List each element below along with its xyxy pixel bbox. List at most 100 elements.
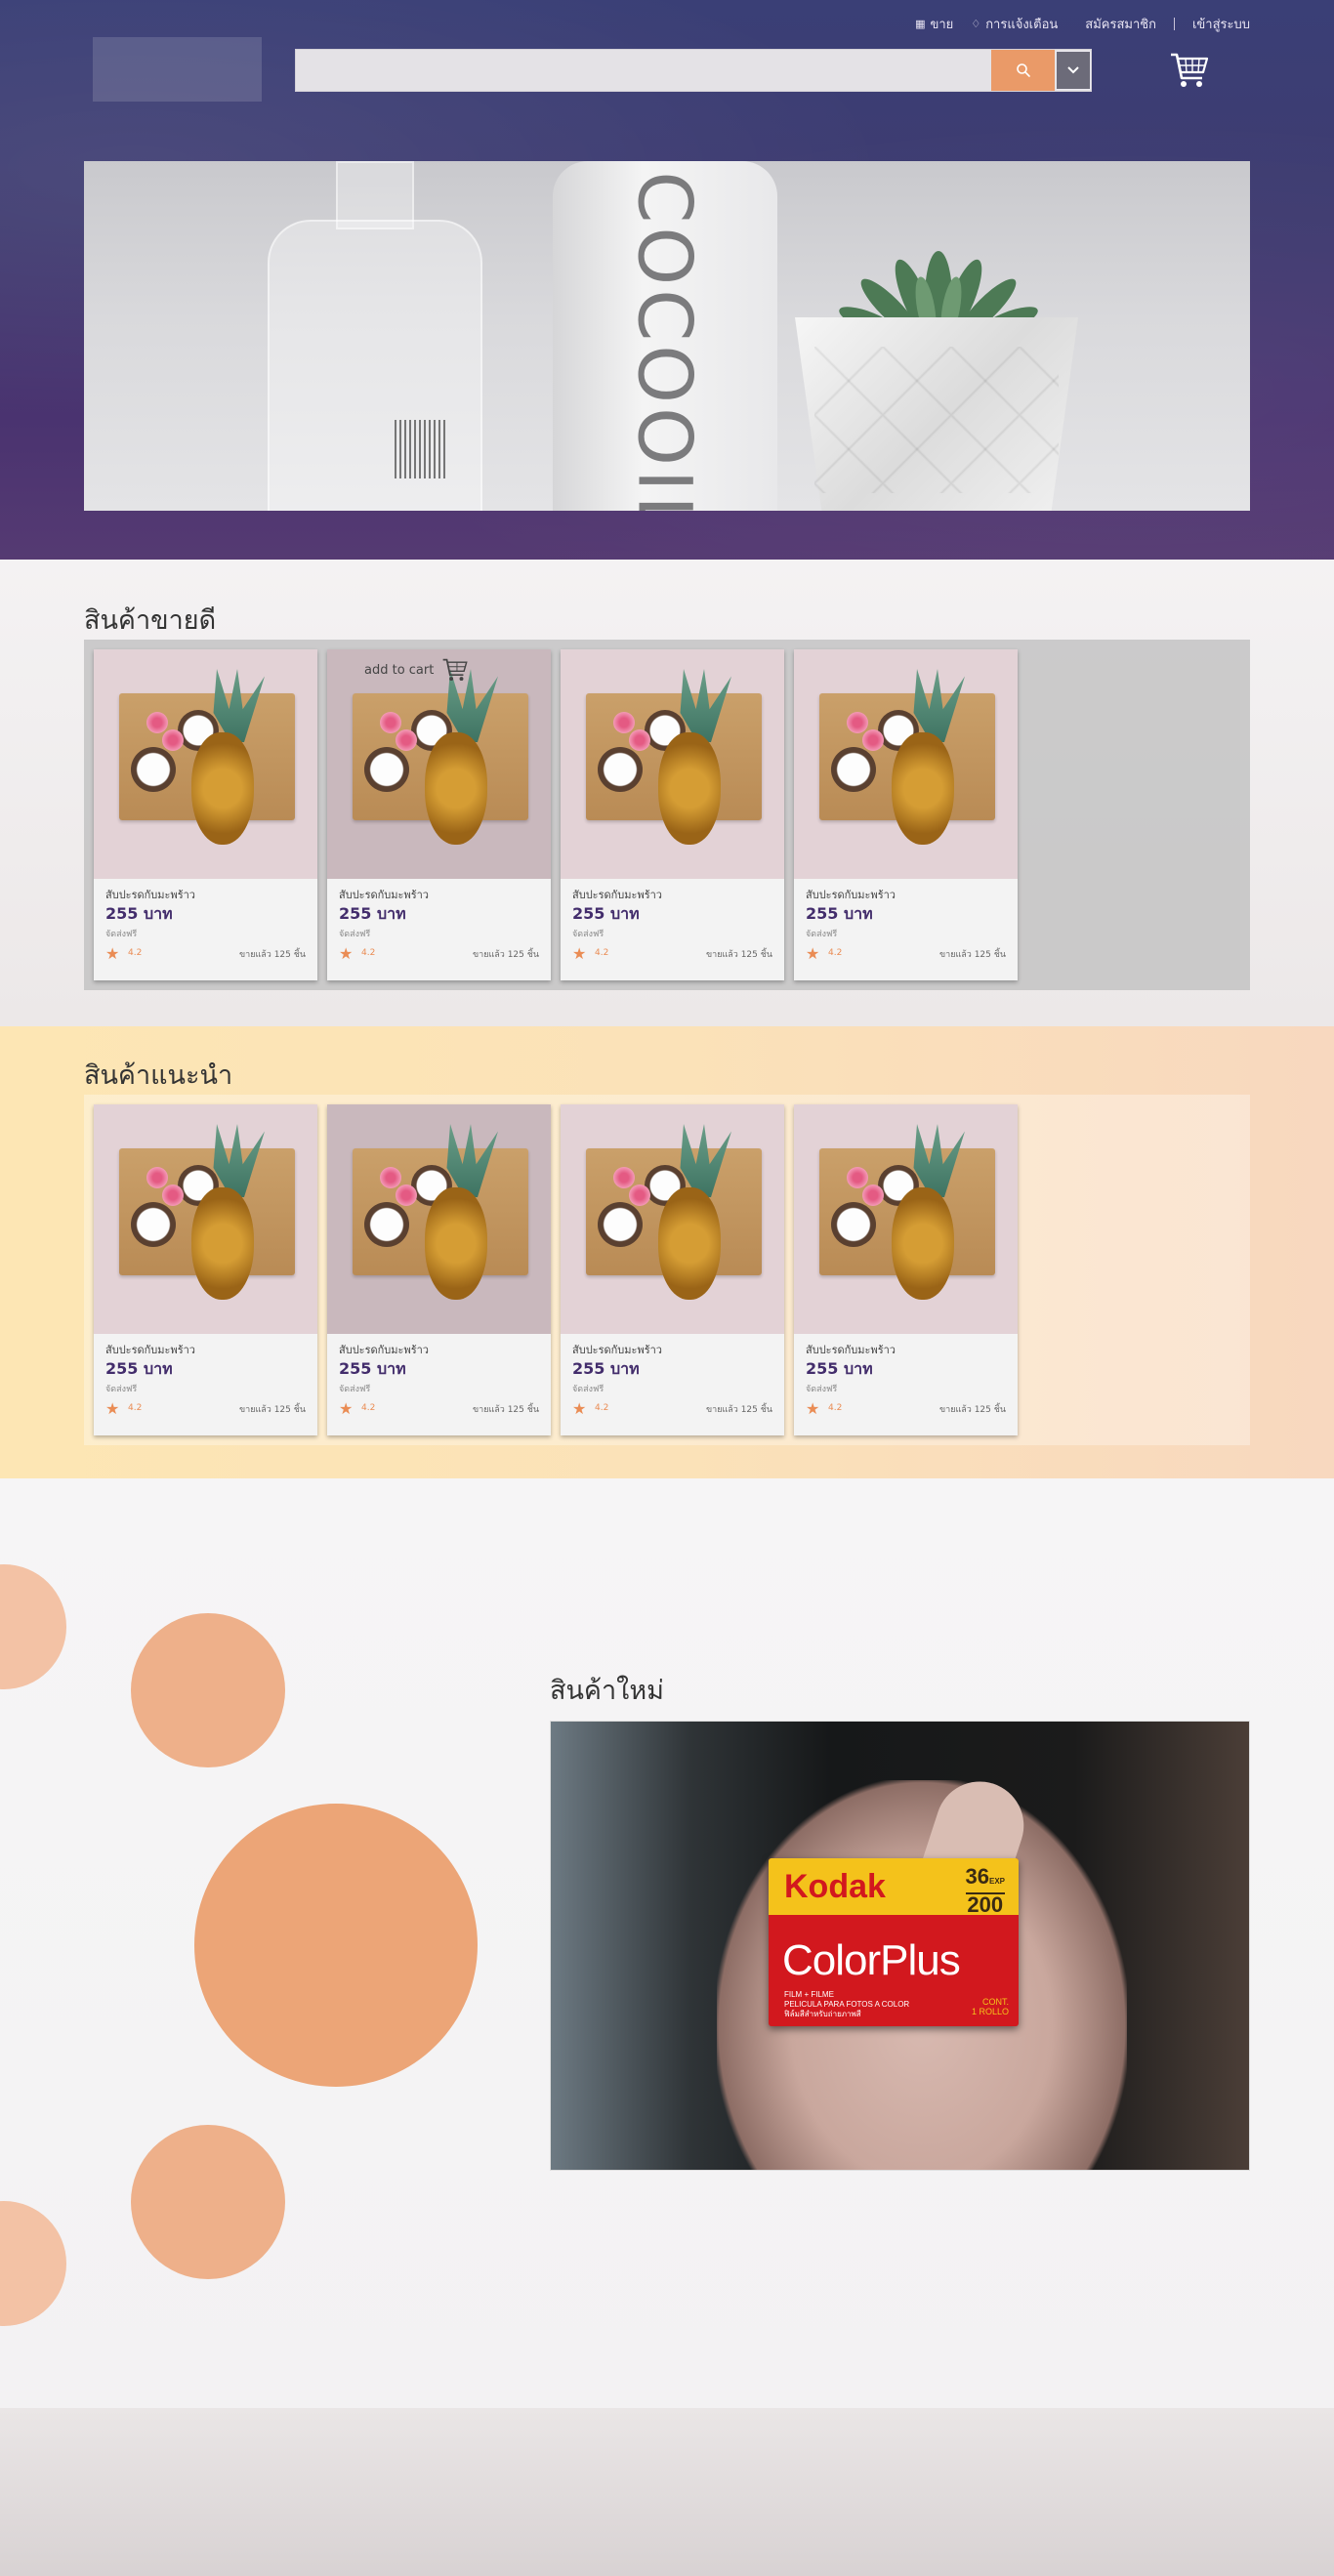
login-link[interactable]: เข้าสู่ระบบ — [1192, 14, 1250, 34]
product-image-pineapple — [892, 1187, 954, 1300]
product-image[interactable] — [327, 1104, 551, 1334]
banner-brand-text: COCOOIL — [592, 171, 738, 511]
film-cont-2: 1 ROLLO — [971, 2007, 1009, 2016]
store-icon: ▦ — [915, 18, 926, 30]
product-card[interactable]: add to cart สับปะรดกับมะพร้าว 255 บาทจัดส่… — [327, 649, 551, 980]
product-card[interactable]: สับปะรดกับมะพร้าว 255 บาท จัดส่งฟรี ★ 4.2 ขาย… — [94, 649, 317, 980]
product-card[interactable]: สับปะรดกับมะพร้าว 255 บาท จัดส่งฟรี ★ 4.2 ขาย… — [561, 1104, 784, 1435]
best-sellers-section: สินค้าขายดี สับปะรดกับมะพร้าว 255 บาท จัดส… — [0, 560, 1334, 1026]
product-shipping: จัดส่งฟรี — [105, 1385, 138, 1394]
product-shipping: จัดส่งฟรี — [806, 930, 838, 939]
product-image[interactable] — [794, 1104, 1018, 1334]
product-price: 255 บาท — [339, 904, 406, 923]
banner-brand-label: COCOOIL — [621, 170, 709, 511]
product-name[interactable]: สับปะรดกับมะพร้าว — [105, 886, 195, 903]
add-to-cart-label: add to cart — [364, 662, 435, 678]
product-image-coconut — [364, 1202, 409, 1247]
product-name[interactable]: สับปะรดกับมะพร้าว — [806, 886, 896, 903]
search-category-dropdown[interactable] — [1056, 51, 1091, 90]
new-products-section: สินค้าใหม่ Kodak 36EXP 200 ColorPlus FIL… — [0, 1478, 1334, 2408]
product-image[interactable] — [561, 649, 784, 879]
sell-link[interactable]: ▦ ขาย — [915, 14, 953, 34]
recommended-section: สินค้าแนะนำ สับปะรดกับมะพร้าว 255 บาท จัดส… — [0, 1026, 1334, 1478]
banner-barcode — [395, 420, 448, 478]
banner-glass-bottle — [268, 220, 482, 511]
product-price: 255 บาท — [572, 1359, 640, 1378]
product-rating: 4.2 — [361, 1403, 376, 1413]
product-shipping: จัดส่งฟรี — [572, 1385, 604, 1394]
star-icon: ★ — [105, 1399, 120, 1418]
product-name[interactable]: สับปะรดกับมะพร้าว — [339, 1341, 429, 1358]
product-name[interactable]: สับปะรดกับมะพร้าว — [105, 1341, 195, 1358]
product-image-pineapple — [658, 732, 721, 845]
product-image[interactable] — [94, 1104, 317, 1334]
product-card[interactable]: สับปะรดกับมะพร้าว 255 บาท จัดส่งฟรี ★ 4.2 ขาย… — [794, 1104, 1018, 1435]
page-footer — [0, 2408, 1334, 2576]
new-products-title: สินค้าใหม่ — [550, 1676, 664, 1706]
product-image[interactable] — [94, 649, 317, 879]
star-icon: ★ — [105, 944, 120, 963]
product-image-flower — [613, 1167, 635, 1188]
search-button[interactable] — [991, 50, 1055, 91]
product-shipping: จัดส่งฟรี — [105, 930, 138, 939]
product-shipping: จัดส่งฟรี — [339, 1385, 371, 1394]
product-price: 255 บาท — [105, 1359, 173, 1378]
film-line-2: PELICULA PARA FOTOS A COLOR — [784, 2000, 910, 2009]
star-icon: ★ — [339, 944, 354, 963]
product-name[interactable]: สับปะรดกับมะพร้าว — [339, 886, 429, 903]
product-image-pineapple — [425, 732, 487, 845]
product-image-flower — [629, 729, 650, 751]
film-cont: CONT. 1 ROLLO — [972, 1997, 1009, 2016]
product-image[interactable]: add to cart — [327, 649, 551, 879]
product-image-flower — [629, 1184, 650, 1206]
new-product-photo[interactable]: Kodak 36EXP 200 ColorPlus FILM + FILME P… — [550, 1721, 1250, 2171]
product-image-flower — [162, 729, 184, 751]
shopping-cart-icon — [1171, 53, 1209, 87]
film-cont-1: CONT. — [982, 1997, 1009, 2007]
film-line-3: ฟิล์มสีสำหรับถ่ายภาพสี — [784, 2010, 861, 2018]
product-image-flower — [146, 1167, 168, 1188]
product-shipping: จัดส่งฟรี — [806, 1385, 838, 1394]
product-card[interactable]: สับปะรดกับมะพร้าว 255 บาท จัดส่งฟรี ★ 4.2 ขาย… — [94, 1104, 317, 1435]
product-card[interactable]: สับปะรดกับมะพร้าว 255 บาท จัดส่งฟรี ★ 4.2 ขาย… — [561, 649, 784, 980]
star-icon: ★ — [572, 944, 587, 963]
film-line-1: FILM + FILME — [784, 1990, 834, 1999]
register-link[interactable]: สมัครสมาชิก — [1085, 14, 1156, 34]
star-icon: ★ — [806, 1399, 820, 1418]
product-card[interactable]: สับปะรดกับมะพร้าว 255 บาท จัดส่งฟรี ★ 4.2 ขาย… — [327, 1104, 551, 1435]
register-label: สมัครสมาชิก — [1085, 18, 1156, 32]
product-image[interactable] — [794, 649, 1018, 879]
product-image-coconut — [831, 1202, 876, 1247]
product-rating: 4.2 — [595, 948, 609, 958]
product-rating: 4.2 — [595, 1403, 609, 1413]
product-name[interactable]: สับปะรดกับมะพร้าว — [572, 1341, 662, 1358]
product-price: 255 บาท — [105, 904, 173, 923]
site-logo[interactable] — [93, 37, 262, 102]
add-to-cart-button[interactable]: add to cart — [364, 657, 469, 683]
product-sold-count: ขายแล้ว 125 ชิ้น — [238, 1405, 306, 1415]
product-image-pineapple — [425, 1187, 487, 1300]
hero-banner[interactable]: COCOOIL — [84, 161, 1250, 511]
product-name[interactable]: สับปะรดกับมะพร้าว — [806, 1341, 896, 1358]
product-sold-count: ขายแล้ว 125 ชิ้น — [238, 950, 306, 960]
notifications-link[interactable]: ♢ การแจ้งเตือน — [971, 14, 1058, 34]
film-exposures: 36 — [965, 1864, 989, 1889]
best-sellers-title: สินค้าขายดี — [84, 605, 217, 636]
bell-icon: ♢ — [971, 18, 981, 30]
product-card[interactable]: สับปะรดกับมะพร้าว 255 บาท จัดส่งฟรี ★ 4.2 ขาย… — [794, 649, 1018, 980]
star-icon: ★ — [339, 1399, 354, 1418]
product-sold-count: ขายแล้ว 125 ชิ้น — [472, 950, 539, 960]
product-image[interactable] — [561, 1104, 784, 1334]
product-image-flower — [146, 712, 168, 733]
product-price: 255 บาท — [806, 904, 873, 923]
chevron-down-icon — [1067, 66, 1079, 74]
product-image-flower — [396, 1184, 417, 1206]
product-shipping: จัดส่งฟรี — [339, 930, 371, 939]
product-image-pineapple — [892, 732, 954, 845]
film-description: FILM + FILME PELICULA PARA FOTOS A COLOR… — [784, 1990, 909, 2019]
decor-circle — [0, 1564, 66, 1689]
recommended-panel: สับปะรดกับมะพร้าว 255 บาท จัดส่งฟรี ★ 4.2 ขาย… — [84, 1095, 1250, 1445]
cart-button[interactable] — [1167, 49, 1212, 92]
search-input[interactable] — [296, 50, 991, 91]
product-name[interactable]: สับปะรดกับมะพร้าว — [572, 886, 662, 903]
